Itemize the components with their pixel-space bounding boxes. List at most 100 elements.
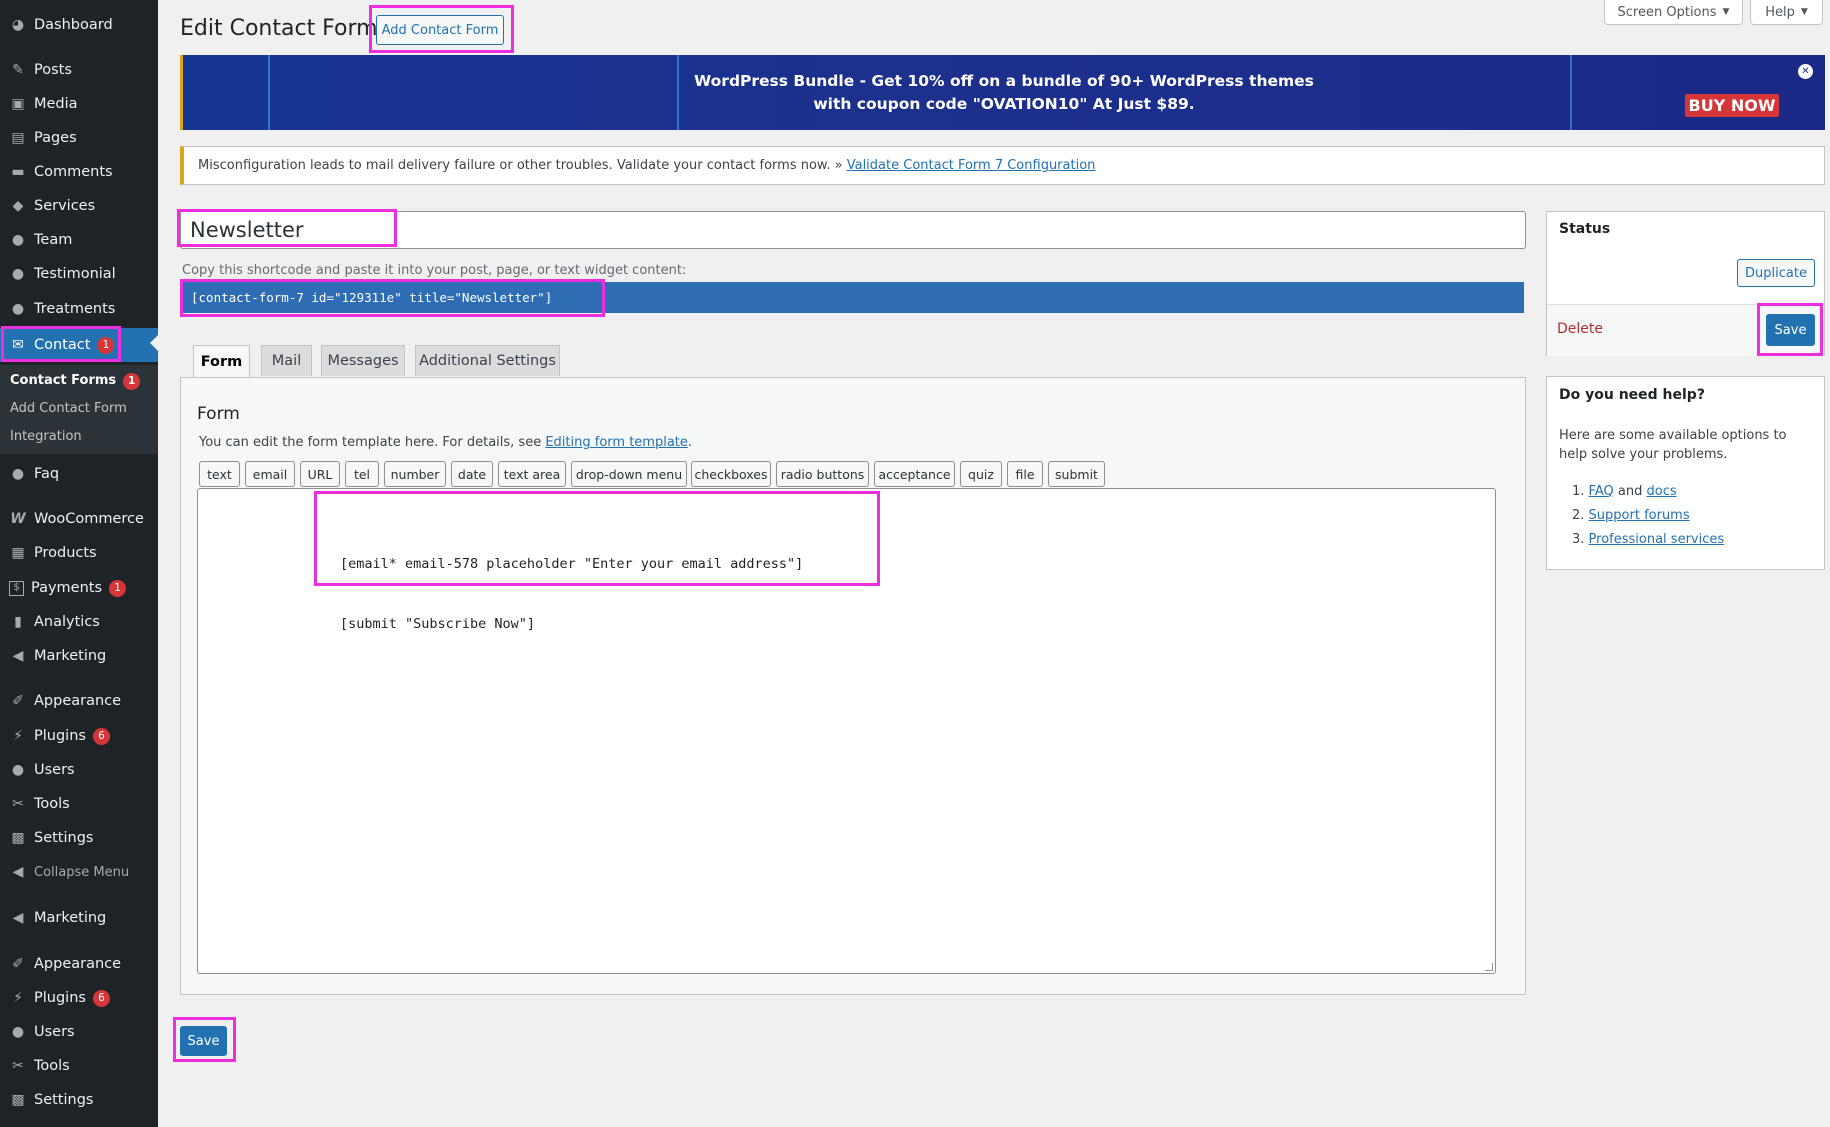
duplicate-button[interactable]: Duplicate <box>1737 259 1815 287</box>
contact-forms-badge: 1 <box>123 373 141 390</box>
form-template-textarea[interactable]: [email* email-578 placeholder "Enter you… <box>197 488 1496 974</box>
professional-services-link[interactable]: Professional services <box>1589 532 1725 547</box>
help-button[interactable]: Help ▼ <box>1750 0 1823 25</box>
resize-handle-icon[interactable] <box>1485 963 1493 971</box>
menu-contact[interactable]: ✉ Contact 1 <box>0 328 158 362</box>
menu-faq[interactable]: ● Faq <box>0 459 158 489</box>
archive-icon: ▦ <box>11 545 25 561</box>
shortcode-label: Copy this shortcode and paste it into yo… <box>182 263 687 278</box>
tag-button-acceptance[interactable]: acceptance <box>874 461 955 487</box>
docs-link[interactable]: docs <box>1646 484 1676 499</box>
submenu-integration[interactable]: Integration <box>10 429 82 444</box>
submenu-add-contact-form[interactable]: Add Contact Form <box>10 401 127 416</box>
menu-media[interactable]: ▣ Media <box>0 89 158 119</box>
menu-users[interactable]: ● Users <box>0 755 158 785</box>
save-button-top[interactable]: Save <box>1766 314 1815 346</box>
help-list-item: 1. FAQ and docs <box>1572 484 1677 499</box>
validate-config-link[interactable]: Validate Contact Form 7 Configuration <box>847 158 1096 173</box>
media-icon: ▣ <box>11 96 25 112</box>
shortcode-field[interactable]: [contact-form-7 id="129311e" title="News… <box>182 282 1524 313</box>
help-list-item: 2. Support forums <box>1572 508 1690 523</box>
tag-button-url[interactable]: URL <box>300 461 340 487</box>
plugin-icon: ⚡ <box>13 728 23 744</box>
person-icon: ● <box>11 266 25 282</box>
form-title-input[interactable]: Newsletter <box>180 211 1526 249</box>
status-title: Status <box>1559 221 1611 237</box>
banner-line-1: WordPress Bundle - Get 10% off on a bund… <box>694 72 1314 90</box>
person-icon: ● <box>11 762 25 778</box>
caret-down-icon: ▼ <box>1800 7 1808 17</box>
dollar-icon: $ <box>9 580 24 596</box>
tag-button-radio[interactable]: radio buttons <box>776 461 869 487</box>
menu-testimonial[interactable]: ● Testimonial <box>0 259 158 289</box>
pages-icon: ▤ <box>11 130 25 146</box>
close-icon[interactable]: ✕ <box>1798 64 1813 79</box>
delete-link[interactable]: Delete <box>1557 321 1603 337</box>
menu-analytics[interactable]: ▮ Analytics <box>0 607 158 637</box>
menu-marketing-2[interactable]: ◀ Marketing <box>0 903 158 933</box>
menu-services[interactable]: ◆ Services <box>0 191 158 221</box>
tag-button-email[interactable]: email <box>245 461 295 487</box>
page-title: Edit Contact Form <box>180 16 378 41</box>
buy-now-button[interactable]: BUY NOW <box>1685 94 1779 117</box>
plugins-badge-2: 6 <box>92 989 110 1007</box>
tag-button-tel[interactable]: tel <box>345 461 379 487</box>
status-actions: Delete Save <box>1547 304 1824 356</box>
wrench-icon: ✂ <box>12 1058 24 1074</box>
menu-dashboard[interactable]: ◕ Dashboard <box>0 10 158 40</box>
tab-messages[interactable]: Messages <box>321 345 405 376</box>
envelope-icon: ✉ <box>12 337 24 353</box>
menu-plugins-2[interactable]: ⚡ Plugins 6 <box>0 983 158 1013</box>
add-contact-form-button[interactable]: Add Contact Form <box>376 15 504 45</box>
tag-button-submit[interactable]: submit <box>1048 461 1105 487</box>
admin-sidebar: ◕ Dashboard ✎ Posts ▣ Media ▤ Pages ▬ Comment… <box>0 0 158 1127</box>
menu-woocommerce[interactable]: W WooCommerce <box>0 504 158 534</box>
template-line-1: [email* email-578 placeholder "Enter you… <box>340 556 804 572</box>
menu-payments[interactable]: $ Payments 1 <box>0 573 158 603</box>
contact-badge: 1 <box>97 336 115 354</box>
tag-button-quiz[interactable]: quiz <box>960 461 1002 487</box>
payments-badge: 1 <box>109 579 127 597</box>
tag-button-number[interactable]: number <box>384 461 446 487</box>
faq-link[interactable]: FAQ <box>1589 484 1614 499</box>
tag-button-file[interactable]: file <box>1007 461 1043 487</box>
editing-form-template-link[interactable]: Editing form template <box>545 435 688 450</box>
tag-button-checkboxes[interactable]: checkboxes <box>691 461 771 487</box>
tag-button-text[interactable]: text <box>199 461 240 487</box>
help-list: 1. FAQ and docs 2. Support forums 3. Pro… <box>1572 480 1724 552</box>
menu-posts[interactable]: ✎ Posts <box>0 55 158 85</box>
brush-icon: ✐ <box>12 956 24 972</box>
tag-button-date[interactable]: date <box>451 461 493 487</box>
woocommerce-icon: W <box>10 511 26 527</box>
menu-marketing[interactable]: ◀ Marketing <box>0 641 158 671</box>
screen-options-button[interactable]: Screen Options ▼ <box>1604 0 1743 25</box>
support-forums-link[interactable]: Support forums <box>1589 508 1690 523</box>
config-notice: Misconfiguration leads to mail delivery … <box>180 146 1825 185</box>
menu-appearance[interactable]: ✐ Appearance <box>0 686 158 716</box>
menu-users-2[interactable]: ● Users <box>0 1017 158 1047</box>
promo-banner[interactable]: WordPress Bundle - Get 10% off on a bund… <box>180 55 1825 130</box>
menu-comments[interactable]: ▬ Comments <box>0 157 158 187</box>
brush-icon: ✐ <box>12 693 24 709</box>
menu-team[interactable]: ● Team <box>0 225 158 255</box>
menu-settings-2[interactable]: ▩ Settings <box>0 1085 158 1115</box>
tab-additional-settings[interactable]: Additional Settings <box>415 345 560 376</box>
menu-appearance-2[interactable]: ✐ Appearance <box>0 949 158 979</box>
tab-mail[interactable]: Mail <box>261 345 312 376</box>
megaphone-icon: ◀ <box>12 910 24 926</box>
menu-products[interactable]: ▦ Products <box>0 538 158 568</box>
menu-plugins[interactable]: ⚡ Plugins 6 <box>0 721 158 751</box>
collapse-menu[interactable]: ◀ Collapse Menu <box>0 857 158 887</box>
tag-button-textarea[interactable]: text area <box>498 461 566 487</box>
menu-tools[interactable]: ✂ Tools <box>0 789 158 819</box>
menu-tools-2[interactable]: ✂ Tools <box>0 1051 158 1081</box>
tag-button-dropdown[interactable]: drop-down menu <box>571 461 687 487</box>
submenu-contact-forms[interactable]: Contact Forms 1 <box>10 373 141 390</box>
banner-line-2: with coupon code "OVATION10" At Just $89… <box>813 95 1195 113</box>
menu-treatments[interactable]: ● Treatments <box>0 294 158 324</box>
menu-pages[interactable]: ▤ Pages <box>0 123 158 153</box>
tab-form[interactable]: Form <box>193 345 250 378</box>
save-button-bottom[interactable]: Save <box>180 1026 227 1056</box>
menu-settings[interactable]: ▩ Settings <box>0 823 158 853</box>
form-panel-heading: Form <box>197 404 240 424</box>
